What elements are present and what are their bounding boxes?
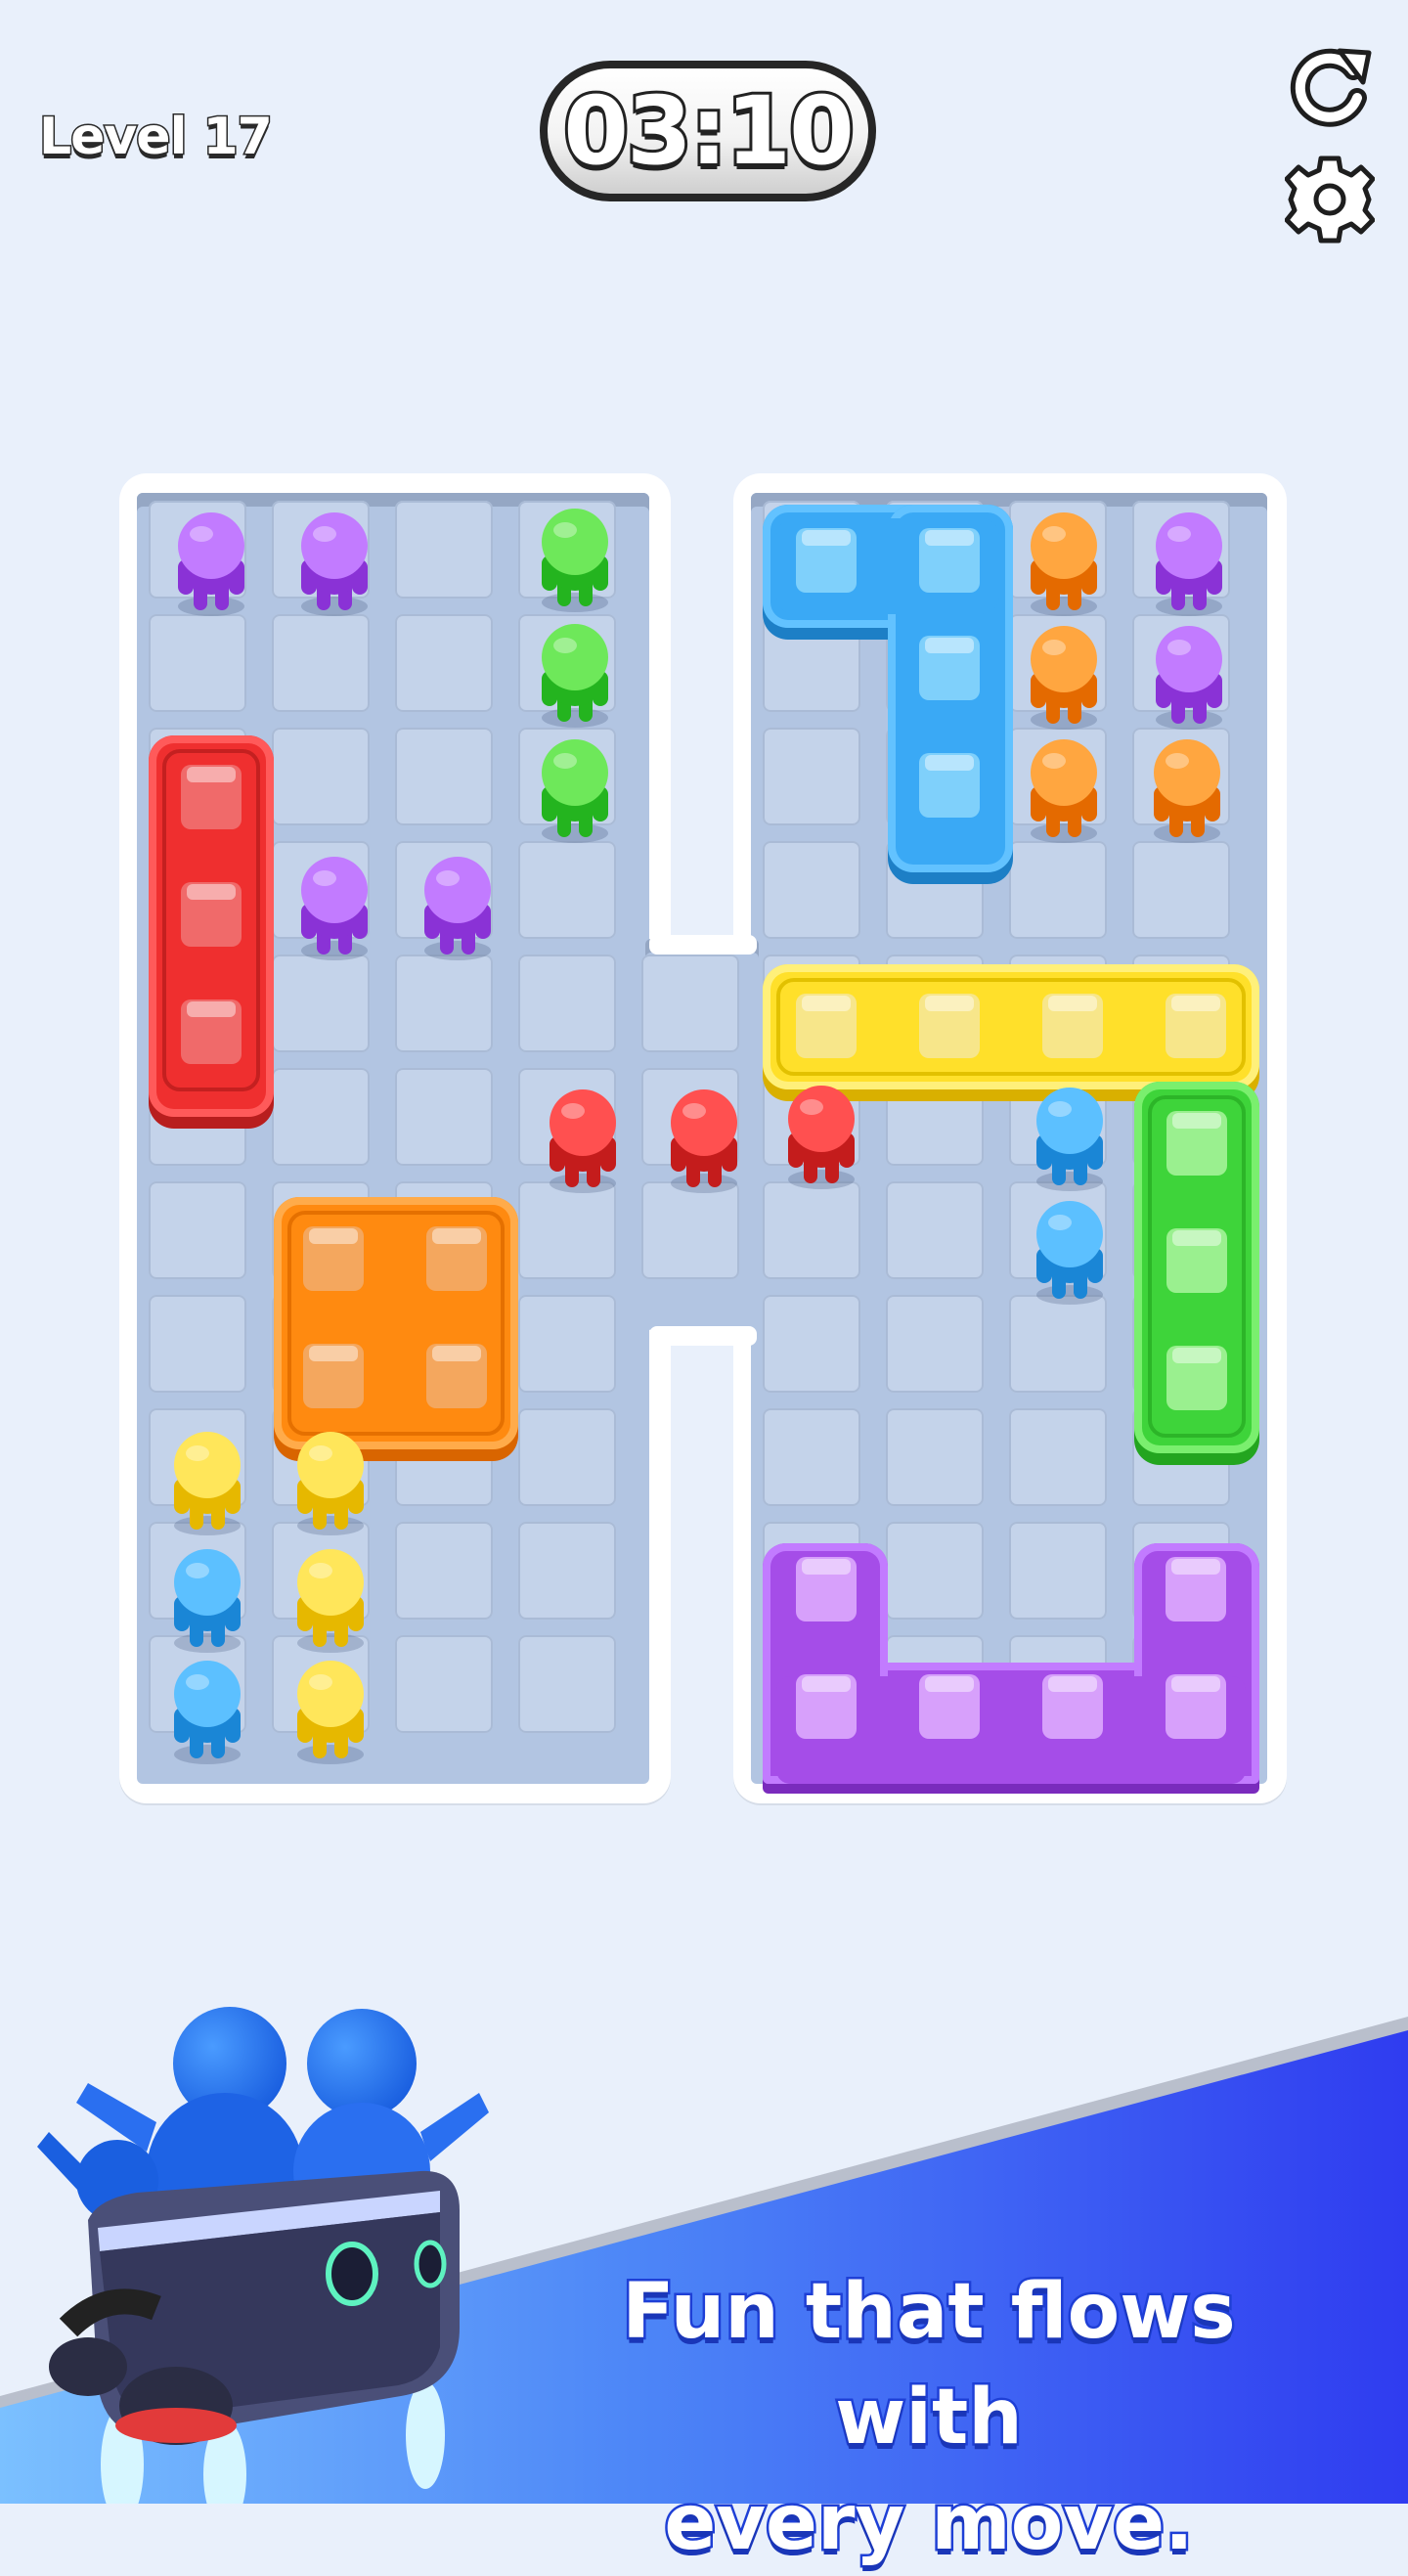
grid-cell (763, 614, 860, 712)
grid-cell (518, 1522, 616, 1620)
grid-cell (395, 955, 493, 1052)
grid-cell (395, 728, 493, 825)
grid-cell (518, 1295, 616, 1393)
green-bus[interactable] (1134, 1082, 1259, 1453)
grid-cell (518, 1635, 616, 1733)
purple-passenger[interactable] (287, 509, 381, 618)
grid-cell (763, 728, 860, 825)
purple-passenger[interactable] (287, 853, 381, 962)
grid-cell (149, 1295, 246, 1393)
orange-passenger[interactable] (1017, 622, 1111, 732)
grid-cell (149, 614, 246, 712)
blue-passenger[interactable] (160, 1545, 254, 1655)
grid-cell (395, 614, 493, 712)
red-passenger[interactable] (774, 1082, 868, 1191)
grid-cell (518, 841, 616, 939)
grid-cell (763, 1181, 860, 1279)
promo-tagline: Fun that flows with every move. (548, 2259, 1310, 2576)
grid-cell (395, 1522, 493, 1620)
grid-cell (272, 728, 370, 825)
green-passenger[interactable] (528, 620, 622, 730)
orange-passenger[interactable] (1017, 735, 1111, 845)
grid-cell (1009, 1522, 1107, 1620)
yellow-passenger[interactable] (284, 1428, 377, 1537)
purple-passenger[interactable] (1142, 622, 1236, 732)
grid-cell (886, 1408, 984, 1506)
grid-cell (763, 841, 860, 939)
grid-cell (149, 1181, 246, 1279)
blue-passenger[interactable] (1023, 1084, 1117, 1193)
bridge-wall-bottom (649, 1326, 757, 1346)
red-bus[interactable] (149, 735, 274, 1117)
orange-passenger[interactable] (1140, 735, 1234, 845)
red-passenger[interactable] (657, 1086, 751, 1195)
grid-cell (886, 1295, 984, 1393)
grid-cell (395, 501, 493, 599)
grid-cell (272, 1068, 370, 1166)
grid-cell (763, 1295, 860, 1393)
grid-cell (272, 955, 370, 1052)
yellow-passenger[interactable] (284, 1657, 377, 1766)
yellow-passenger[interactable] (284, 1545, 377, 1655)
orange-bus[interactable] (274, 1197, 518, 1449)
red-passenger[interactable] (536, 1086, 630, 1195)
bridge-wall-top (649, 935, 757, 955)
grid-cell (395, 1635, 493, 1733)
grid-cell (1009, 841, 1107, 939)
yellow-passenger[interactable] (160, 1428, 254, 1537)
blue-passenger[interactable] (1023, 1197, 1117, 1307)
green-passenger[interactable] (528, 505, 622, 614)
grid-cell (518, 955, 616, 1052)
grid-cell (272, 614, 370, 712)
grid-cell (1132, 841, 1230, 939)
grid-cell (395, 1068, 493, 1166)
purple-passenger[interactable] (164, 509, 258, 618)
promo-line-1: Fun that flows with (620, 2266, 1238, 2465)
grid-cell (518, 1181, 616, 1279)
grid-cell (641, 1181, 739, 1279)
grid-cell (1009, 1408, 1107, 1506)
yellow-bus[interactable] (763, 964, 1259, 1089)
purple-passenger[interactable] (1142, 509, 1236, 618)
promo-line-2: every move. (662, 2477, 1196, 2570)
grid-cell (641, 955, 739, 1052)
bus-characters-illustration (37, 2007, 489, 2504)
game-board (0, 0, 1408, 1858)
grid-cell (886, 1181, 984, 1279)
grid-cell (763, 1408, 860, 1506)
blue-passenger[interactable] (160, 1657, 254, 1766)
grid-cell (886, 1522, 984, 1620)
grid-cell (1009, 1295, 1107, 1393)
grid-cell (518, 1408, 616, 1506)
green-passenger[interactable] (528, 735, 622, 845)
purple-passenger[interactable] (411, 853, 505, 962)
orange-passenger[interactable] (1017, 509, 1111, 618)
